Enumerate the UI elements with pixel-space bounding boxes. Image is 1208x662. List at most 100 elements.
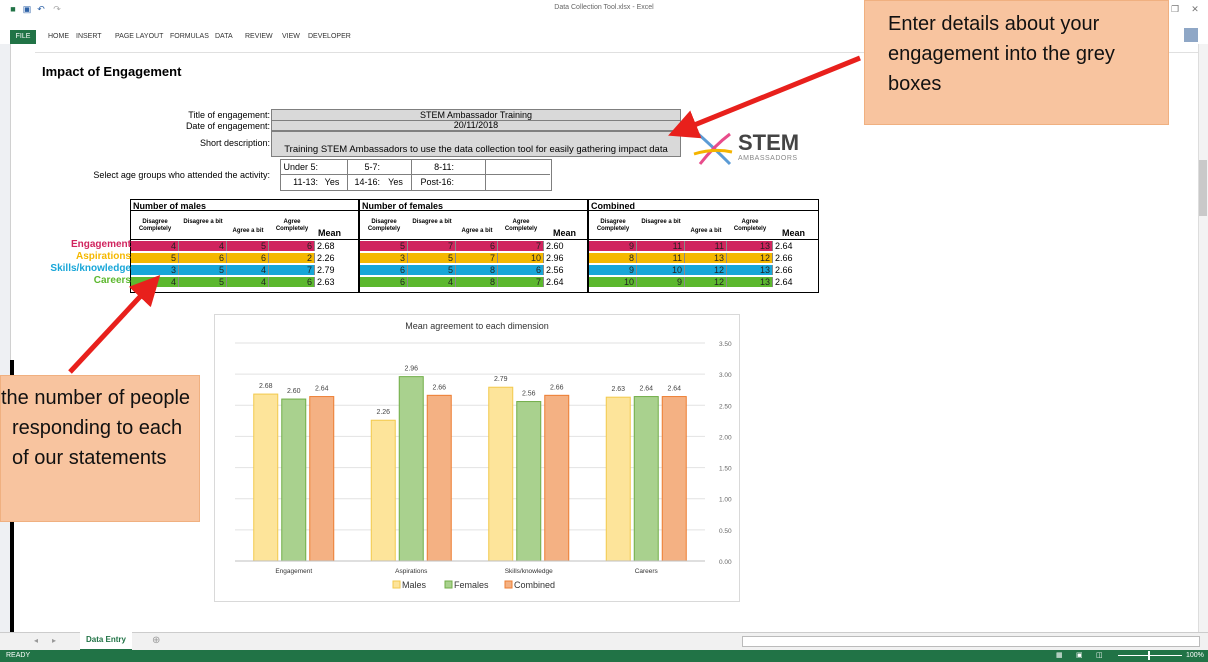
- bar: [516, 401, 542, 562]
- callout-number: the number of people responding to each …: [0, 375, 200, 522]
- count-cell[interactable]: 13: [727, 265, 773, 275]
- x-tick-label: Engagement: [275, 568, 312, 575]
- count-cell[interactable]: 5: [179, 265, 227, 275]
- count-cell[interactable]: 7: [456, 253, 498, 263]
- mean-cell: 2.79: [315, 265, 357, 275]
- count-cell[interactable]: 8: [456, 265, 498, 275]
- count-cell[interactable]: 8: [589, 253, 637, 263]
- count-cell[interactable]: 5: [360, 241, 408, 251]
- count-cell[interactable]: 13: [727, 277, 773, 287]
- count-cell[interactable]: 4: [179, 241, 227, 251]
- count-cell[interactable]: 11: [637, 253, 685, 263]
- tab-data[interactable]: DATA: [215, 33, 233, 40]
- count-cell[interactable]: 8: [456, 277, 498, 287]
- count-cell[interactable]: 3: [131, 265, 179, 275]
- age-field[interactable]: Yes: [318, 177, 346, 187]
- count-cell[interactable]: 4: [227, 277, 269, 287]
- count-cell[interactable]: 4: [131, 241, 179, 251]
- count-cell[interactable]: 3: [360, 253, 408, 263]
- bar: [633, 396, 659, 562]
- tab-view[interactable]: VIEW: [282, 33, 300, 40]
- zoom-level: 100%: [1186, 652, 1204, 659]
- page-title: Impact of Engagement: [42, 64, 182, 79]
- tab-formulas[interactable]: FORMULAS: [170, 33, 209, 40]
- count-cell[interactable]: 4: [227, 265, 269, 275]
- scroll-right-icon[interactable]: ▸: [52, 636, 56, 645]
- normal-view-icon[interactable]: ▦: [1056, 651, 1063, 659]
- y-tick-label: 2.00: [719, 434, 732, 441]
- count-cell[interactable]: 10: [498, 253, 544, 263]
- restore-icon[interactable]: ❐: [1170, 4, 1180, 14]
- tab-file[interactable]: FILE: [10, 30, 36, 44]
- count-cell[interactable]: 7: [498, 241, 544, 251]
- bar: [309, 396, 335, 562]
- count-cell[interactable]: 6: [179, 253, 227, 263]
- age-label: 11-13:: [293, 177, 318, 187]
- count-cell[interactable]: 7: [408, 241, 456, 251]
- count-cell[interactable]: 7: [498, 277, 544, 287]
- age-field[interactable]: Yes: [381, 177, 410, 187]
- chart-title: Mean agreement to each dimension: [405, 321, 549, 331]
- count-cell[interactable]: 6: [269, 241, 315, 251]
- column-header: Agree Completely: [275, 219, 309, 232]
- horizontal-scrollbar[interactable]: [742, 636, 1200, 647]
- scroll-left-icon[interactable]: ◂: [34, 636, 38, 645]
- count-cell[interactable]: 5: [131, 253, 179, 263]
- count-cell[interactable]: 4: [408, 277, 456, 287]
- legend-swatch: [444, 580, 453, 589]
- x-tick-label: Careers: [635, 568, 659, 575]
- count-cell[interactable]: 5: [179, 277, 227, 287]
- count-cell[interactable]: 9: [589, 241, 637, 251]
- zoom-slider[interactable]: [1118, 655, 1182, 656]
- count-cell[interactable]: 6: [227, 253, 269, 263]
- zoom-slider-thumb[interactable]: [1148, 651, 1150, 660]
- count-cell[interactable]: 9: [637, 277, 685, 287]
- sheet-tab-data-entry[interactable]: Data Entry: [80, 632, 132, 651]
- description-field[interactable]: Training STEM Ambassadors to use the dat…: [271, 131, 681, 157]
- column-header: Agree Completely: [733, 219, 767, 232]
- page-break-icon[interactable]: ◫: [1096, 651, 1103, 659]
- count-cell[interactable]: 5: [408, 265, 456, 275]
- avatar[interactable]: [1184, 28, 1198, 42]
- tab-insert[interactable]: INSERT: [76, 33, 102, 40]
- count-cell[interactable]: 4: [131, 277, 179, 287]
- count-cell[interactable]: 6: [456, 241, 498, 251]
- tab-page-layout[interactable]: PAGE LAYOUT: [115, 33, 163, 40]
- count-cell[interactable]: 9: [589, 265, 637, 275]
- page-layout-icon[interactable]: ▣: [1076, 651, 1083, 659]
- callout-details: Enter details about your engagement into…: [864, 0, 1169, 125]
- mean-header: Mean: [318, 228, 342, 238]
- date-label: Date of engagement:: [185, 121, 270, 131]
- tab-home[interactable]: HOME: [48, 33, 69, 40]
- count-cell[interactable]: 5: [408, 253, 456, 263]
- count-cell[interactable]: 12: [685, 265, 727, 275]
- tab-review[interactable]: REVIEW: [245, 33, 273, 40]
- y-tick-label: 2.50: [719, 403, 732, 410]
- close-icon[interactable]: ✕: [1190, 4, 1200, 14]
- add-sheet-icon[interactable]: ⊕: [152, 635, 160, 646]
- count-cell[interactable]: 6: [360, 277, 408, 287]
- mean-cell: 2.56: [544, 265, 586, 275]
- count-cell[interactable]: 10: [589, 277, 637, 287]
- count-cell[interactable]: 12: [685, 277, 727, 287]
- count-cell[interactable]: 6: [269, 277, 315, 287]
- count-cell[interactable]: 11: [637, 241, 685, 251]
- arrow-to-details: [668, 55, 861, 139]
- count-cell[interactable]: 7: [269, 265, 315, 275]
- count-cell[interactable]: 13: [685, 253, 727, 263]
- count-cell[interactable]: 6: [498, 265, 544, 275]
- vertical-scrollbar[interactable]: [1198, 44, 1208, 634]
- count-cell[interactable]: 12: [727, 253, 773, 263]
- column-header: Agree a bit: [461, 228, 493, 234]
- count-cell[interactable]: 6: [360, 265, 408, 275]
- count-cell[interactable]: 11: [685, 241, 727, 251]
- count-cell[interactable]: 2: [269, 253, 315, 263]
- count-cell[interactable]: 10: [637, 265, 685, 275]
- tab-developer[interactable]: DEVELOPER: [308, 33, 351, 40]
- row-label: Skills/knowledge: [50, 263, 131, 274]
- count-cell[interactable]: 5: [227, 241, 269, 251]
- legend-label: Males: [402, 580, 427, 590]
- date-field[interactable]: 20/11/2018: [271, 120, 681, 131]
- count-cell[interactable]: 13: [727, 241, 773, 251]
- vertical-scroll-thumb[interactable]: [1199, 160, 1207, 216]
